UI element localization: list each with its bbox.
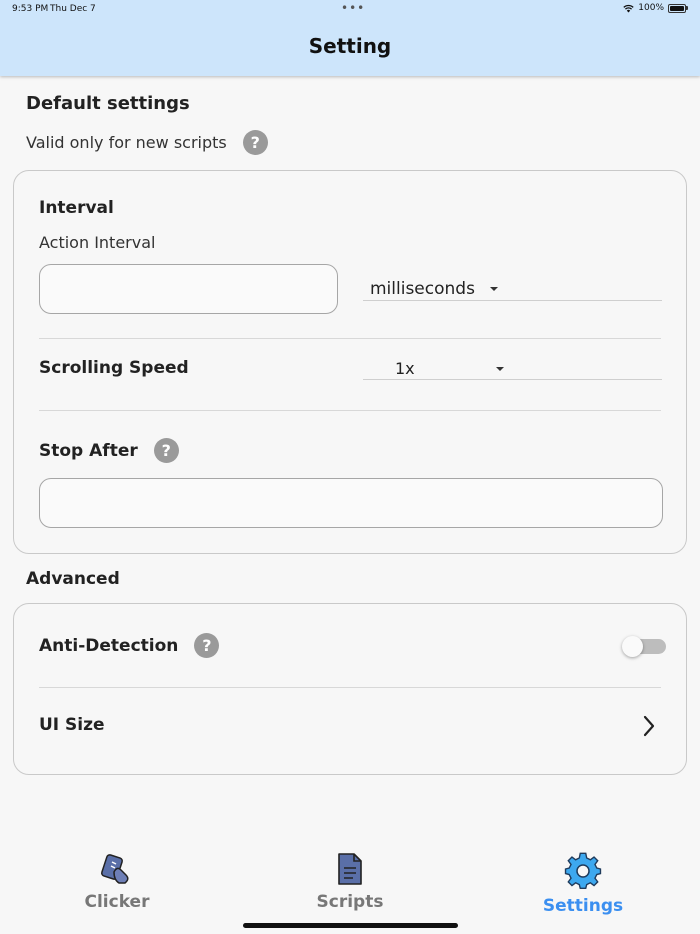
gear-icon <box>564 852 602 890</box>
default-settings-card: Interval Action Interval milliseconds Sc… <box>13 170 687 554</box>
help-icon[interactable]: ? <box>242 130 268 155</box>
ui-size-row[interactable]: UI Size <box>14 688 686 774</box>
stop-after-input[interactable] <box>39 478 663 528</box>
chevron-right-icon <box>643 715 655 737</box>
subtitle-text: Valid only for new scripts <box>26 133 227 152</box>
dropdown-caret-icon <box>496 367 504 371</box>
status-bar: 9:53 PM Thu Dec 7 ••• 100% <box>0 0 700 18</box>
help-icon[interactable]: ? <box>194 633 220 658</box>
interval-unit-value: milliseconds <box>370 279 475 299</box>
document-icon <box>338 853 362 885</box>
tab-clicker-label: Clicker <box>84 892 150 912</box>
advanced-card: Anti-Detection ? UI Size <box>13 603 687 775</box>
ui-size-label: UI Size <box>39 715 105 735</box>
anti-detection-toggle[interactable] <box>622 636 668 657</box>
clicker-icon <box>101 854 129 884</box>
tab-settings-label: Settings <box>542 896 624 916</box>
status-time: 9:53 PM <box>12 4 49 14</box>
tab-scripts[interactable]: Scripts <box>280 852 420 912</box>
battery-icon <box>668 3 688 13</box>
anti-detection-row: Anti-Detection ? <box>39 633 220 658</box>
page-title: Setting <box>308 34 392 58</box>
divider <box>39 410 661 411</box>
tab-settings[interactable]: Settings <box>513 852 653 916</box>
scrolling-speed-value: 1x <box>395 359 415 378</box>
tab-scripts-label: Scripts <box>316 892 384 912</box>
default-settings-title: Default settings <box>26 93 190 114</box>
interval-unit-dropdown[interactable]: milliseconds <box>363 279 662 301</box>
divider <box>39 338 661 339</box>
tab-bar: Clicker Scripts Settings <box>0 842 700 934</box>
stop-after-label: Stop After <box>39 440 138 461</box>
wifi-icon <box>623 4 634 12</box>
action-interval-label: Action Interval <box>39 233 156 252</box>
advanced-title: Advanced <box>26 569 120 589</box>
help-icon[interactable]: ? <box>153 438 179 463</box>
toggle-thumb <box>622 636 643 657</box>
anti-detection-label: Anti-Detection <box>39 635 179 656</box>
battery-percent: 100% <box>638 3 664 13</box>
status-right: 100% <box>623 3 688 13</box>
dropdown-caret-icon <box>490 287 499 291</box>
scrolling-speed-dropdown[interactable]: 1x <box>363 359 662 380</box>
multitasking-dots-icon[interactable]: ••• <box>341 1 365 15</box>
stop-after-row: Stop After ? <box>39 438 179 463</box>
interval-title: Interval <box>39 198 114 218</box>
status-date: Thu Dec 7 <box>50 4 96 14</box>
action-interval-input[interactable] <box>39 264 338 314</box>
scrolling-speed-label: Scrolling Speed <box>39 358 189 378</box>
subtitle-row: Valid only for new scripts ? <box>26 130 268 155</box>
tab-clicker[interactable]: Clicker <box>47 852 187 912</box>
home-indicator[interactable] <box>243 923 458 928</box>
